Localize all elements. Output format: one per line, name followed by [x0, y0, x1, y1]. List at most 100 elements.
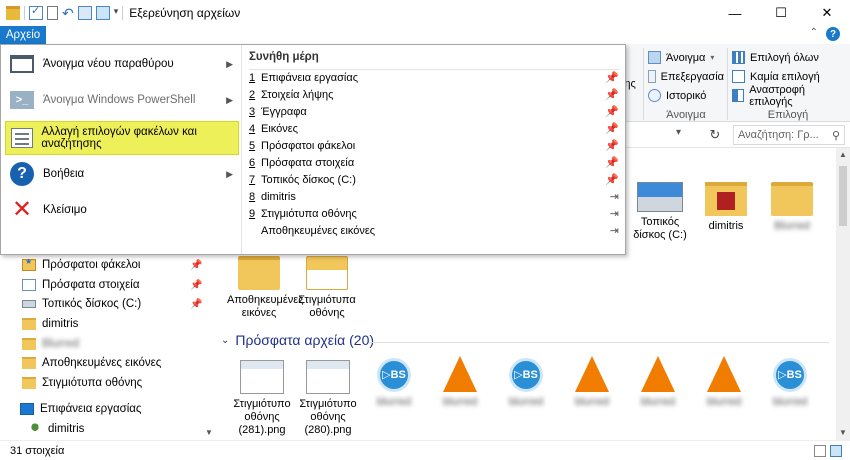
open-icon	[648, 51, 661, 64]
title-bar: ↶ ▾ Εξερεύνηση αρχείων — ☐ ✕	[0, 0, 850, 26]
file-tile[interactable]: Στιγμιότυπο οθόνης (281).png	[231, 360, 293, 437]
tile-local-disk[interactable]: Τοπικός δίσκος (C:)	[628, 182, 692, 242]
open-button[interactable]: Άνοιγμα ▾	[648, 48, 724, 67]
scroll-down-icon[interactable]: ▼	[205, 428, 213, 437]
pinned-icon[interactable]: 📌	[605, 105, 619, 118]
content-scrollbar[interactable]: ▲ ▼	[836, 148, 850, 440]
large-icons-view-icon[interactable]	[830, 445, 842, 457]
file-tile[interactable]: blurred	[561, 356, 623, 409]
select-all-button[interactable]: Επιλογή όλων	[732, 48, 844, 67]
frequent-place-item[interactable]: 1 Επιφάνεια εργασίας 📌	[249, 69, 623, 86]
file-tile[interactable]: blurred	[429, 356, 491, 409]
nav-item-dimitris[interactable]: dimitris	[22, 315, 78, 333]
minimize-button[interactable]: —	[712, 0, 758, 26]
file-tile[interactable]: ▷BS blurred	[495, 358, 557, 409]
drive-icon	[22, 300, 36, 308]
nav-item-desktop[interactable]: Επιφάνεια εργασίας	[20, 400, 141, 418]
pinned-icon[interactable]: 📌	[605, 88, 619, 101]
nav-item-recent-folders[interactable]: Πρόσφατοι φάκελοι 📌	[22, 256, 202, 274]
select-none-icon	[732, 70, 745, 83]
select-all-icon	[732, 51, 745, 64]
menu-item-new-window[interactable]: Άνοιγμα νέου παραθύρου ▶	[5, 47, 239, 81]
refresh-button[interactable]: ↻	[704, 125, 726, 145]
tile-saved-pictures[interactable]: Αποθηκευμένες εικόνες	[227, 256, 304, 320]
tile-blurred-folder[interactable]: Blurred	[760, 182, 824, 233]
file-tile[interactable]: Στιγμιότυπο οθόνης (280).png	[297, 360, 359, 437]
menu-item-folder-options[interactable]: Αλλαγή επιλογών φακέλων και αναζήτησης	[5, 121, 239, 155]
frequent-place-item[interactable]: Αποθηκευμένες εικόνες ⇥	[249, 222, 623, 239]
details-view-icon[interactable]	[814, 445, 826, 457]
menu-item-close[interactable]: ✕ Κλείσιμο	[5, 193, 239, 227]
search-icon: ⚲	[831, 129, 840, 142]
tile-screenshots[interactable]: Στιγμιότυπα οθόνης	[295, 256, 359, 320]
frequent-place-item[interactable]: 8 dimitris ⇥	[249, 188, 623, 205]
file-tile[interactable]: blurred	[693, 356, 755, 409]
undo-icon[interactable]: ↶	[62, 6, 74, 20]
view-toggle	[814, 445, 842, 457]
customize-dropdown-icon[interactable]: ▾	[114, 6, 119, 20]
open-group-caption: Άνοιγμα	[666, 109, 706, 121]
tab-file[interactable]: Αρχείο	[0, 26, 46, 44]
pinned-icon[interactable]: 📌	[605, 139, 619, 152]
file-tile[interactable]: blurred	[627, 356, 689, 409]
close-icon: ✕	[11, 196, 33, 223]
unpinned-icon[interactable]: ⇥	[610, 190, 619, 203]
history-button[interactable]: Ιστορικό	[648, 86, 724, 105]
nav-item-screenshots[interactable]: Στιγμιότυπα οθόνης	[22, 374, 142, 392]
pinned-icon[interactable]: 📌	[605, 122, 619, 135]
pinned-icon[interactable]: 📌	[605, 71, 619, 84]
checkbox-toolbar-icon[interactable]	[95, 6, 110, 20]
nav-item-saved-pictures[interactable]: Αποθηκευμένες εικόνες	[22, 354, 161, 372]
nav-item-blurred[interactable]: Blurred	[22, 335, 79, 353]
nav-item-local-disk[interactable]: Τοπικός δίσκος (C:) 📌	[22, 295, 202, 313]
unpinned-icon[interactable]: ⇥	[610, 207, 619, 220]
recent-files-header[interactable]: ⌄ Πρόσφατα αρχεία (20)	[221, 332, 374, 348]
frequent-place-item[interactable]: 6 Πρόσφατα στοιχεία 📌	[249, 154, 623, 171]
maximize-button[interactable]: ☐	[758, 0, 804, 26]
scroll-down-icon[interactable]: ▼	[839, 428, 847, 437]
properties-icon[interactable]	[29, 4, 43, 20]
invert-selection-button[interactable]: Αναστροφή επιλογής	[732, 84, 844, 108]
bs-player-icon: ▷BS	[773, 358, 807, 392]
menu-item-powershell[interactable]: >_ Άνοιγμα Windows PowerShell ▶	[5, 83, 239, 117]
chevron-down-icon: ⌄	[221, 334, 230, 346]
pinned-icon[interactable]: 📌	[605, 156, 619, 169]
scrollbar-thumb[interactable]	[839, 166, 847, 226]
frequent-place-item[interactable]: 4 Εικόνες 📌	[249, 120, 623, 137]
folder-icon	[6, 6, 20, 20]
frequent-place-item[interactable]: 5 Πρόσφατοι φάκελοι 📌	[249, 137, 623, 154]
select-group: Επιλογή όλων Καμία επιλογή Αναστροφή επι…	[732, 48, 844, 121]
new-page-icon[interactable]	[47, 6, 58, 20]
help-icon[interactable]: ?	[826, 27, 840, 41]
open-group: Άνοιγμα ▾ Επεξεργασία Ιστορικό Άνοιγμα	[648, 48, 724, 121]
file-tile[interactable]: ▷BS blurred	[759, 358, 821, 409]
close-button[interactable]: ✕	[804, 0, 850, 26]
chevron-up-icon[interactable]: ⌃	[810, 27, 818, 38]
chevron-right-icon: ▶	[226, 58, 233, 69]
frequent-place-item[interactable]: 9 Στιγμιότυπα οθόνης ⇥	[249, 205, 623, 222]
unpinned-icon[interactable]: ⇥	[610, 224, 619, 237]
edit-icon	[648, 70, 656, 83]
search-input[interactable]: Αναζήτηση: Γρ... ⚲	[733, 125, 845, 145]
pinned-icon[interactable]: 📌	[605, 173, 619, 186]
nav-item-recent-items[interactable]: Πρόσφατα στοιχεία 📌	[22, 276, 202, 294]
address-dropdown-icon[interactable]: ▾	[676, 127, 681, 138]
help-icon: ?	[10, 162, 34, 186]
drive-icon	[637, 182, 683, 212]
frequent-place-item[interactable]: 7 Τοπικός δίσκος (C:) 📌	[249, 171, 623, 188]
folder-icon	[22, 377, 36, 389]
tile-dimitris[interactable]: dimitris	[694, 182, 758, 233]
nav-item-user[interactable]: dimitris	[28, 420, 84, 438]
file-tile[interactable]: ▷BS blurred	[363, 358, 425, 409]
frequent-place-item[interactable]: 2 Στοιχεία λήψης 📌	[249, 86, 623, 103]
edit-button[interactable]: Επεξεργασία	[648, 67, 724, 86]
invert-selection-icon	[732, 89, 745, 102]
section-divider	[369, 342, 829, 343]
view-icon[interactable]	[77, 6, 92, 20]
menu-item-help[interactable]: ? Βοήθεια ▶	[5, 157, 239, 191]
chevron-right-icon: ▶	[226, 168, 233, 179]
file-menu: Άνοιγμα νέου παραθύρου ▶ >_ Άνοιγμα Wind…	[0, 44, 626, 255]
folder-icon	[22, 357, 36, 369]
scroll-up-icon[interactable]: ▲	[839, 150, 847, 159]
frequent-place-item[interactable]: 3 Έγγραφα 📌	[249, 103, 623, 120]
